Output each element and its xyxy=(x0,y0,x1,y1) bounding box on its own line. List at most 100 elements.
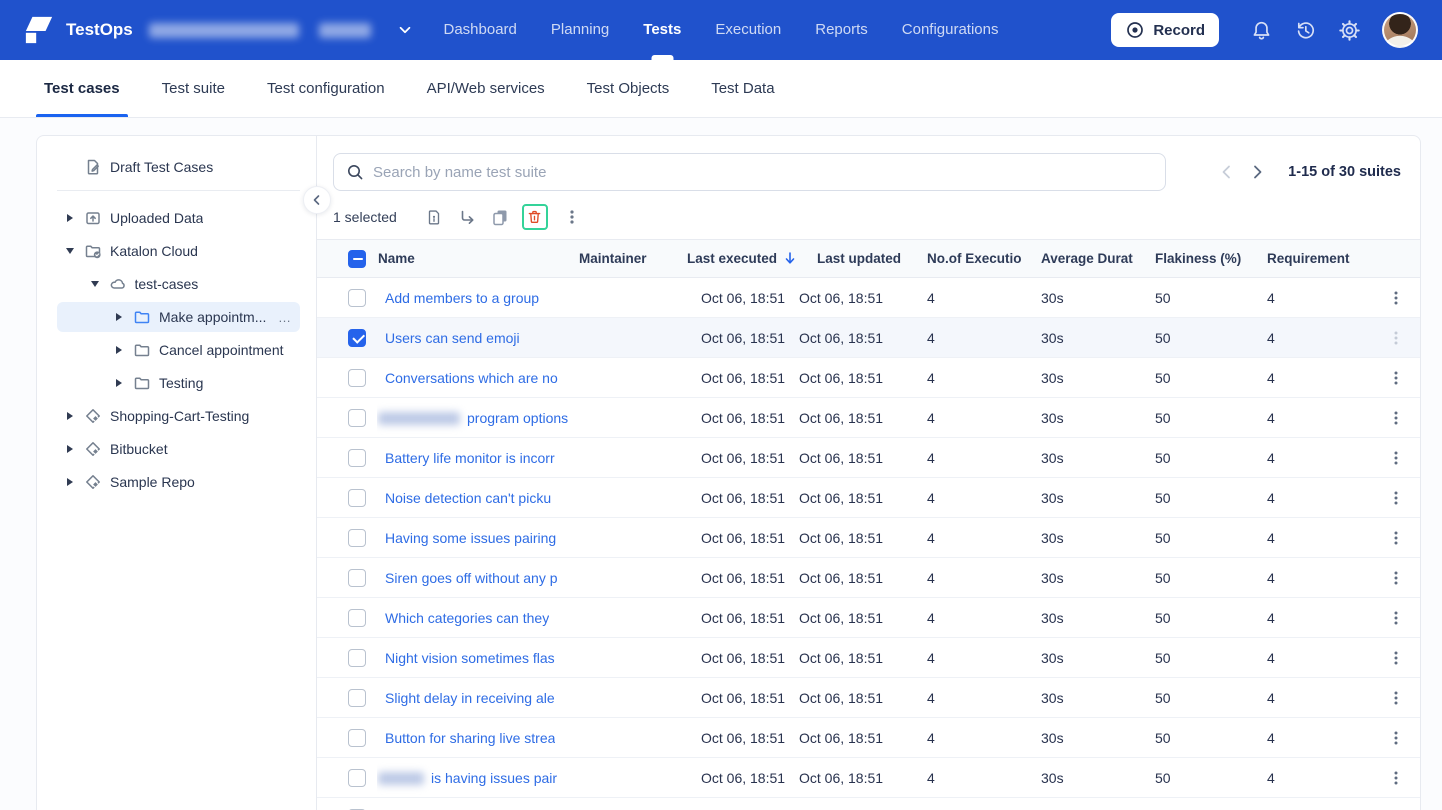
file-report-button[interactable] xyxy=(423,205,445,229)
caret-icon[interactable] xyxy=(64,214,76,222)
table-row[interactable]: program options Oct 06, 18:51 Oct 06, 18… xyxy=(317,397,1420,438)
test-suite-link[interactable]: Button for sharing live strea xyxy=(385,730,555,746)
table-row[interactable] xyxy=(317,797,1420,810)
row-actions-button[interactable] xyxy=(1383,448,1409,468)
caret-icon[interactable] xyxy=(113,379,125,387)
tree-item-katalon-cloud[interactable]: Katalon Cloud … xyxy=(57,236,300,266)
tree-item-draft-test-cases[interactable]: Draft Test Cases … xyxy=(57,152,300,182)
record-button[interactable]: Record xyxy=(1111,13,1219,47)
caret-icon[interactable] xyxy=(113,313,125,321)
row-actions-button[interactable] xyxy=(1383,488,1409,508)
column-header-executions[interactable]: No.of Executio xyxy=(927,239,1041,278)
row-checkbox[interactable] xyxy=(348,568,366,587)
tab-test-data[interactable]: Test Data xyxy=(709,60,776,117)
select-all-checkbox[interactable] xyxy=(348,249,366,268)
test-suite-link[interactable]: Conversations which are no xyxy=(385,370,558,386)
table-row[interactable]: Night vision sometimes flas Oct 06, 18:5… xyxy=(317,637,1420,678)
search-input[interactable] xyxy=(373,163,1153,181)
settings-gear-icon[interactable] xyxy=(1338,19,1361,42)
user-avatar[interactable] xyxy=(1382,12,1418,48)
project-switcher-chevron-down-icon[interactable] xyxy=(397,22,413,38)
row-actions-button[interactable] xyxy=(1383,688,1409,708)
caret-icon[interactable] xyxy=(113,346,125,354)
caret-icon[interactable] xyxy=(64,248,76,254)
row-checkbox[interactable] xyxy=(348,328,366,347)
test-suite-link[interactable]: Siren goes off without any p xyxy=(385,570,558,586)
tree-item-testing[interactable]: Testing … xyxy=(57,368,300,398)
column-header-last-executed[interactable]: Last executed xyxy=(685,239,799,278)
test-suite-link[interactable]: Having some issues pairing xyxy=(385,530,556,546)
column-header-name[interactable]: Name xyxy=(377,239,573,278)
delete-button[interactable] xyxy=(521,204,548,230)
table-row[interactable]: Add members to a group Oct 06, 18:51 Oct… xyxy=(317,277,1420,318)
test-suite-link[interactable]: program options xyxy=(467,410,568,426)
table-row[interactable]: Having some issues pairing Oct 06, 18:51… xyxy=(317,517,1420,558)
row-checkbox[interactable] xyxy=(348,288,366,307)
tab-api-web-services[interactable]: API/Web services xyxy=(425,60,547,117)
row-actions-button[interactable] xyxy=(1383,368,1409,388)
test-suite-link[interactable]: Night vision sometimes flas xyxy=(385,650,555,666)
row-checkbox[interactable] xyxy=(348,688,366,707)
test-suite-link[interactable]: is having issues pair xyxy=(431,770,557,786)
nav-item-configurations[interactable]: Configurations xyxy=(902,0,999,60)
column-header-last-updated[interactable]: Last updated xyxy=(799,239,927,278)
row-actions-button[interactable] xyxy=(1383,608,1409,628)
row-actions-button[interactable] xyxy=(1383,328,1409,348)
row-checkbox[interactable] xyxy=(348,488,366,507)
tab-test-configuration[interactable]: Test configuration xyxy=(265,60,387,117)
caret-icon[interactable] xyxy=(64,478,76,486)
column-header-requirement[interactable]: Requirement xyxy=(1267,239,1383,278)
table-row[interactable]: Users can send emoji Oct 06, 18:51 Oct 0… xyxy=(317,317,1420,358)
tree-item-test-cases[interactable]: test-cases … xyxy=(57,269,300,299)
nav-item-execution[interactable]: Execution xyxy=(715,0,781,60)
caret-icon[interactable] xyxy=(89,281,101,287)
nav-item-tests[interactable]: Tests xyxy=(643,0,681,60)
table-row[interactable]: Slight delay in receiving ale Oct 06, 18… xyxy=(317,677,1420,718)
row-actions-button[interactable] xyxy=(1383,648,1409,668)
caret-icon[interactable] xyxy=(64,412,76,420)
row-checkbox[interactable] xyxy=(348,608,366,627)
row-actions-button[interactable] xyxy=(1383,288,1409,308)
notifications-bell-icon[interactable] xyxy=(1250,19,1273,42)
pagination-next-button[interactable] xyxy=(1246,161,1268,183)
test-suite-link[interactable]: Noise detection can't picku xyxy=(385,490,551,506)
tree-item-cancel-appointment[interactable]: Cancel appointment … xyxy=(57,335,300,365)
more-actions-button[interactable] xyxy=(561,205,583,229)
row-actions-button[interactable] xyxy=(1383,408,1409,428)
test-suite-link[interactable]: Add members to a group xyxy=(385,290,539,306)
row-checkbox[interactable] xyxy=(348,728,366,747)
tree-item-sample-repo[interactable]: Sample Repo … xyxy=(57,467,300,497)
row-actions-button[interactable] xyxy=(1383,528,1409,548)
sidebar-collapse-button[interactable] xyxy=(303,186,331,214)
tab-test-cases[interactable]: Test cases xyxy=(36,60,128,117)
table-row[interactable]: Conversations which are no Oct 06, 18:51… xyxy=(317,357,1420,398)
column-header-flakiness[interactable]: Flakiness (%) xyxy=(1155,239,1267,278)
table-row[interactable]: Battery life monitor is incorr Oct 06, 1… xyxy=(317,437,1420,478)
table-row[interactable]: Which categories can they Oct 06, 18:51 … xyxy=(317,597,1420,638)
duplicate-button[interactable] xyxy=(489,205,511,229)
test-suite-link[interactable]: Slight delay in receiving ale xyxy=(385,690,555,706)
row-actions-button[interactable] xyxy=(1383,728,1409,748)
column-header-avg-duration[interactable]: Average Durat xyxy=(1041,239,1155,278)
nav-item-reports[interactable]: Reports xyxy=(815,0,868,60)
test-suite-link[interactable]: Battery life monitor is incorr xyxy=(385,450,555,466)
row-checkbox[interactable] xyxy=(348,448,366,467)
row-checkbox[interactable] xyxy=(348,768,366,787)
tree-item-bitbucket[interactable]: Bitbucket … xyxy=(57,434,300,464)
tab-test-suite[interactable]: Test suite xyxy=(160,60,227,117)
caret-icon[interactable] xyxy=(64,445,76,453)
tree-item-uploaded-data[interactable]: Uploaded Data … xyxy=(57,203,300,233)
table-row[interactable]: Siren goes off without any p Oct 06, 18:… xyxy=(317,557,1420,598)
row-checkbox[interactable] xyxy=(348,368,366,387)
row-checkbox[interactable] xyxy=(348,528,366,547)
row-actions-button[interactable] xyxy=(1383,568,1409,588)
table-row[interactable]: is having issues pair Oct 06, 18:51 Oct … xyxy=(317,757,1420,798)
pagination-prev-button[interactable] xyxy=(1216,161,1238,183)
nav-item-dashboard[interactable]: Dashboard xyxy=(444,0,517,60)
column-header-maintainer[interactable]: Maintainer xyxy=(573,239,685,278)
nav-item-planning[interactable]: Planning xyxy=(551,0,609,60)
test-suite-link[interactable]: Which categories can they xyxy=(385,610,549,626)
table-row[interactable]: Button for sharing live strea Oct 06, 18… xyxy=(317,717,1420,758)
row-checkbox[interactable] xyxy=(348,408,366,427)
move-button[interactable] xyxy=(456,205,478,229)
